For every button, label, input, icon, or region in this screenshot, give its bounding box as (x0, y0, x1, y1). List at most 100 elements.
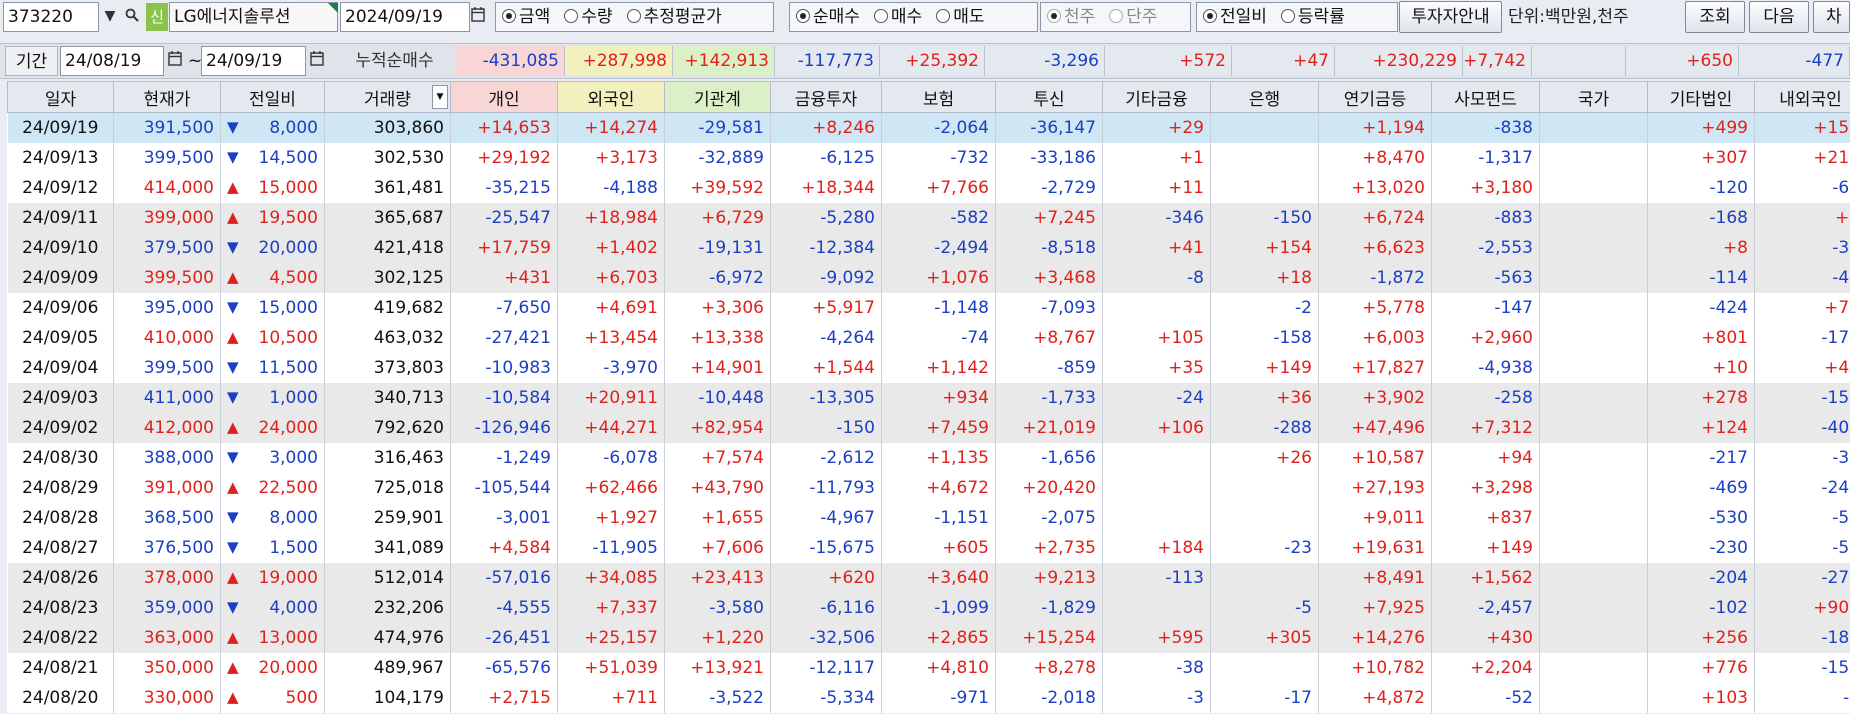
column-header[interactable]: 내외국인 (1754, 81, 1850, 113)
period-to-input[interactable]: 24/09/19 (201, 46, 306, 76)
date-input[interactable]: 2024/09/19 (340, 2, 470, 32)
column-header[interactable]: 외국인 (557, 81, 665, 113)
table-row[interactable]: 24/09/12 414,000 ▲ 15,000 361,481 -35,215 -4,1… (7, 173, 1850, 203)
investor-value-cell: +29,192 (450, 143, 558, 173)
radio-avg-price[interactable]: 추정평균가 (626, 3, 722, 31)
table-row[interactable]: 24/09/13 399,500 ▼ 14,500 302,530 +29,192 +3,1… (7, 143, 1850, 173)
column-header[interactable]: 연기금등 (1318, 81, 1432, 113)
date-cell: 24/09/11 (7, 203, 114, 233)
table-row[interactable]: 24/09/02 412,000 ▲ 24,000 792,620 -126,946 +44… (7, 413, 1850, 443)
table-row[interactable]: 24/08/27 376,500 ▼ 1,500 341,089 +4,584 -11,90… (7, 533, 1850, 563)
investor-value-cell: -1,872 (1318, 263, 1432, 293)
cumulative-sum-cell: -117,773 (775, 46, 880, 76)
column-header[interactable]: 기관계 (664, 81, 771, 113)
table-row[interactable]: 24/09/11 399,000 ▲ 19,500 365,687 -25,547 +18,… (7, 203, 1850, 233)
column-header[interactable]: 투신 (995, 81, 1103, 113)
table-row[interactable]: 24/08/28 368,500 ▼ 8,000 259,901 -3,001 +1,927… (7, 503, 1850, 533)
arrow-down-icon: ▼ (227, 448, 239, 466)
investor-value-cell: +3,902 (1318, 383, 1432, 413)
radio-prev-day[interactable]: 전일비 (1203, 3, 1267, 31)
investor-value-cell: -6,078 (557, 443, 665, 473)
column-header[interactable]: 전일비 (220, 81, 325, 113)
investor-value-cell: +154 (1754, 112, 1850, 143)
search-button[interactable]: 조회 (1685, 1, 1745, 33)
investor-value-cell: -159 (1754, 653, 1850, 683)
investor-value-cell: +17,827 (1318, 353, 1432, 383)
investor-value-cell: +1,562 (1431, 563, 1540, 593)
table-row[interactable]: 24/09/03 411,000 ▼ 1,000 340,713 -10,584 +20,9… (7, 383, 1850, 413)
column-header[interactable]: 현재가 (113, 81, 221, 113)
table-row[interactable]: 24/09/06 395,000 ▼ 15,000 419,682 -7,650 +4,69… (7, 293, 1850, 323)
investor-value-cell: -859 (995, 353, 1103, 383)
change-cell: ▲ 4,500 (220, 263, 325, 293)
change-cell: ▲ 19,500 (220, 203, 325, 233)
investor-value-cell (1539, 353, 1648, 383)
column-header[interactable]: 기타법인 (1647, 81, 1755, 113)
change-cell: ▼ 15,000 (220, 293, 325, 323)
change-cell: ▼ 3,000 (220, 443, 325, 473)
sort-down-icon[interactable]: ▼ (432, 85, 448, 109)
investor-value-cell: +3,298 (1431, 473, 1540, 503)
arrow-down-icon: ▼ (227, 118, 239, 136)
table-row[interactable]: 24/08/23 359,000 ▼ 4,000 232,206 -4,555 +7,337… (7, 593, 1850, 623)
cumulative-net-buy-label: 누적순매수 (355, 51, 434, 71)
investor-value-cell: -204 (1647, 563, 1755, 593)
cumulative-sum-cell: +47 (1232, 46, 1335, 76)
table-row[interactable]: 24/08/22 363,000 ▲ 13,000 474,976 -26,451 +25,… (7, 623, 1850, 653)
investor-value-cell: +4,672 (881, 473, 996, 503)
investor-value-cell (1102, 473, 1211, 503)
column-header[interactable]: 개인 (450, 81, 558, 113)
table-row[interactable]: 24/08/29 391,000 ▲ 22,500 725,018 -105,544 +62… (7, 473, 1850, 503)
investor-value-cell: +14,901 (664, 353, 771, 383)
investor-value-cell: +18,344 (770, 173, 882, 203)
period-from-input[interactable]: 24/08/19 (60, 46, 164, 76)
radio-quantity[interactable]: 수량 (564, 3, 613, 31)
column-header[interactable]: 금융투자 (770, 81, 882, 113)
from-date-picker-button[interactable] (164, 47, 186, 75)
chart-button[interactable]: 차트 (1813, 1, 1850, 33)
investor-value-cell: -2,018 (995, 683, 1103, 713)
stock-code-input[interactable]: 373220 (3, 2, 99, 32)
table-row[interactable]: 24/09/05 410,000 ▲ 10,500 463,032 -27,421 +13,… (7, 323, 1850, 353)
date-picker-button[interactable] (467, 3, 489, 31)
column-header[interactable]: 기타금융 (1102, 81, 1211, 113)
table-row[interactable]: 24/08/30 388,000 ▼ 3,000 316,463 -1,249 -6,078… (7, 443, 1850, 473)
investor-guide-button[interactable]: 투자자안내 (1399, 1, 1502, 33)
table-row[interactable]: 24/08/20 330,000 ▲ 500 104,179 +2,715 +711 -3,5… (7, 683, 1850, 713)
column-header[interactable]: 일자 (7, 81, 114, 113)
column-header[interactable]: 국가 (1539, 81, 1648, 113)
radio-icon (502, 9, 516, 23)
radio-sell[interactable]: 매도 (936, 3, 984, 31)
table-row[interactable]: 24/09/10 379,500 ▼ 20,000 421,418 +17,759 +1,4… (7, 233, 1850, 263)
code-search-button[interactable] (121, 3, 143, 31)
radio-single-shares[interactable]: 단주 (1109, 3, 1158, 31)
investor-value-cell: +15,254 (995, 623, 1103, 653)
arrow-down-icon: ▼ (227, 598, 239, 616)
investor-value-cell: -23 (1210, 533, 1319, 563)
investor-value-cell (1539, 173, 1648, 203)
investor-value-cell: +43,790 (664, 473, 771, 503)
code-dropdown-button[interactable]: ▼ (99, 3, 121, 31)
table-row[interactable]: 24/08/21 350,000 ▲ 20,000 489,967 -65,576 +51,… (7, 653, 1850, 683)
investor-value-cell: -424 (1647, 293, 1755, 323)
radio-buy[interactable]: 매수 (873, 3, 922, 31)
to-date-picker-button[interactable] (306, 47, 328, 75)
price-cell: 388,000 (113, 443, 221, 473)
radio-amount[interactable]: 금액 (502, 3, 550, 31)
column-header[interactable]: 보험 (881, 81, 996, 113)
table-row[interactable]: 24/09/19 391,500 ▼ 8,000 303,860 +14,653 +14,2… (7, 112, 1850, 143)
next-button[interactable]: 다음 (1749, 1, 1809, 33)
investor-value-cell: -1,829 (995, 593, 1103, 623)
table-row[interactable]: 24/09/04 399,500 ▼ 11,500 373,803 -10,983 -3,9… (7, 353, 1850, 383)
column-header[interactable]: 사모펀드 (1431, 81, 1540, 113)
investor-value-cell: -732 (881, 143, 996, 173)
investor-value-cell: +19,631 (1318, 533, 1432, 563)
radio-thousand-shares[interactable]: 천주 (1047, 3, 1095, 31)
investor-value-cell: +77 (1754, 293, 1850, 323)
table-row[interactable]: 24/08/26 378,000 ▲ 19,000 512,014 -57,016 +34,… (7, 563, 1850, 593)
table-row[interactable]: 24/09/09 399,500 ▲ 4,500 302,125 +431 +6,703 -6… (7, 263, 1850, 293)
radio-change-rate[interactable]: 등락률 (1280, 3, 1345, 31)
radio-net-buy[interactable]: 순매수 (796, 3, 860, 31)
column-header[interactable]: 거래량 ▼ (324, 81, 451, 113)
column-header[interactable]: 은행 (1210, 81, 1319, 113)
